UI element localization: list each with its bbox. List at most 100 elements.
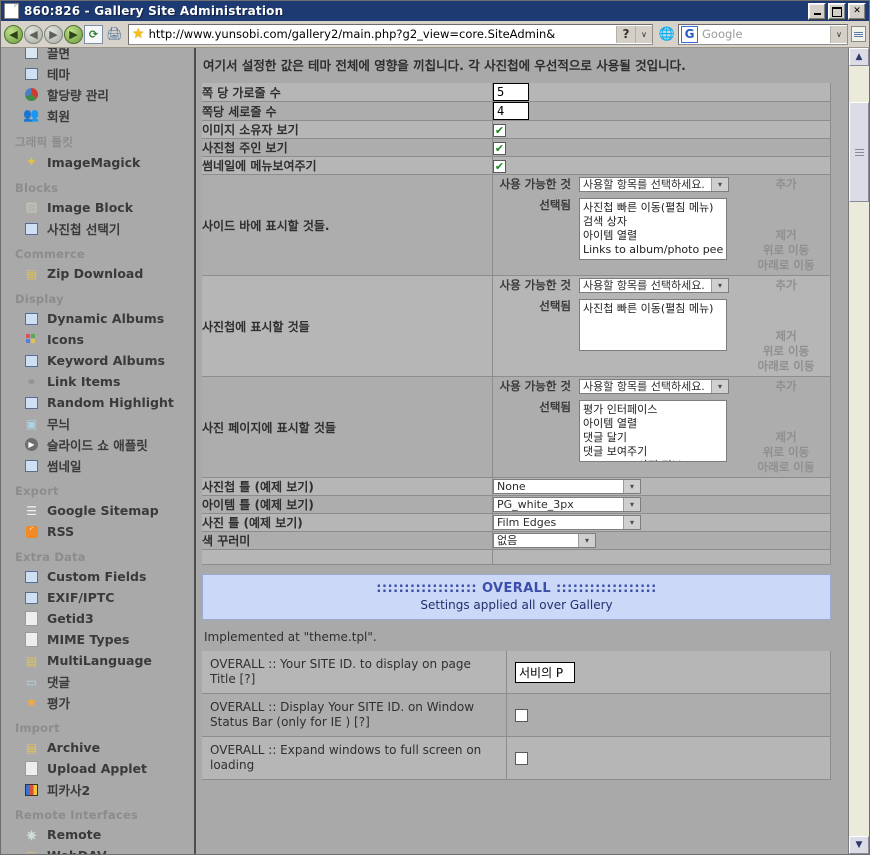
list-item[interactable]: 사진첩 빠른 이동(펼침 메뉴) xyxy=(583,302,723,316)
next-arrow-icon[interactable]: ▶ xyxy=(44,24,63,44)
scrollbar-track[interactable] xyxy=(849,66,869,836)
globe-icon[interactable]: 🌐 xyxy=(658,25,676,43)
available-select[interactable]: 사용할 항목를 선택하세요. ▾ xyxy=(579,379,729,394)
move-down-button[interactable]: 아래로 이동 xyxy=(742,359,830,374)
selected-listbox[interactable]: 사진첩 빠른 이동(펼침 메뉴) xyxy=(579,299,727,351)
sidebar-item-4-0[interactable]: 👥 회원 xyxy=(1,105,194,126)
bookmark-star-icon[interactable]: ★ xyxy=(132,26,145,42)
list-item[interactable]: EXIF/IPTC 사진 정보 xyxy=(583,459,723,461)
list-item[interactable]: Image Block xyxy=(583,257,723,259)
sidebar-item-1-6[interactable]: Custom Fields xyxy=(1,566,194,587)
sidebar-item-2-2[interactable]: 사진첩 선택기 xyxy=(1,218,194,239)
window-title: 860:826 - Gallery Site Administration xyxy=(24,4,284,18)
reload-icon[interactable]: ⟳ xyxy=(84,24,103,44)
sidebar-item-2-4[interactable]: Icons xyxy=(1,329,194,350)
sidebar-item-1-3[interactable]: ▤ Zip Download xyxy=(1,263,194,284)
rows-per-page-input[interactable]: 4 xyxy=(493,102,529,120)
sidebar-item-3-7[interactable]: 피카사2 xyxy=(1,779,194,800)
address-help-button[interactable]: ? xyxy=(616,25,635,43)
list-item[interactable]: 아이템 열렬 xyxy=(583,229,723,243)
move-down-button[interactable]: 아래로 이동 xyxy=(742,460,830,475)
forward-arrow-icon[interactable]: ▶ xyxy=(64,24,83,44)
list-item[interactable]: 댓글 보여주기 xyxy=(583,445,723,459)
list-item[interactable]: 검색 상자 xyxy=(583,215,723,229)
list-item[interactable]: 평가 인터페이스 xyxy=(583,403,723,417)
address-input[interactable]: http://www.yunsobi.com/gallery2/main.php… xyxy=(149,27,616,41)
sidebar-item-2-0[interactable]: 테마 xyxy=(1,63,194,84)
sidebar-item-4-4[interactable]: ⚭ Link Items xyxy=(1,371,194,392)
show-image-owner-checkbox[interactable]: ✔ xyxy=(493,123,506,137)
photo-frame-select[interactable]: Film Edges ▾ xyxy=(493,515,641,530)
previous-arrow-icon[interactable]: ◀ xyxy=(24,24,43,44)
album-frame-select[interactable]: None ▾ xyxy=(493,479,641,494)
sidebar-item-4-6[interactable]: MIME Types xyxy=(1,629,194,650)
sidebar-item-5-6[interactable]: ▤ MultiLanguage xyxy=(1,650,194,671)
sidebar-item-1-0[interactable]: 끌면 xyxy=(1,48,194,63)
search-input[interactable]: Google xyxy=(702,27,830,41)
sidebar-item-2-7[interactable]: Upload Applet xyxy=(1,758,194,779)
show-thumbnail-menu-checkbox[interactable]: ✔ xyxy=(493,159,506,173)
move-up-button[interactable]: 위로 이동 xyxy=(742,243,830,258)
sidebar-item-1-7[interactable]: ▤ Archive xyxy=(1,737,194,758)
available-select[interactable]: 사용할 항목를 선택하세요. ▾ xyxy=(579,177,729,192)
display-site-id-status-bar-checkbox[interactable]: ✔ xyxy=(515,709,528,722)
move-up-button[interactable]: 위로 이동 xyxy=(742,344,830,359)
move-down-button[interactable]: 아래로 이동 xyxy=(742,258,830,273)
remove-button[interactable]: 제거 xyxy=(742,430,830,445)
main-scroll-area: 여기서 설정한 값은 테마 전체에 영향을 끼칩니다. 각 사진첩에 우선적으로… xyxy=(196,48,848,854)
sidebar-item-3-6[interactable]: Getid3 xyxy=(1,608,194,629)
sidebar-item-1-8[interactable]: ⎈ Remote xyxy=(1,824,194,845)
row-label: 사이드 바에 표시할 것들. xyxy=(202,174,493,276)
sidebar-item-1-5[interactable]: ☰ Google Sitemap xyxy=(1,500,194,521)
remove-button[interactable]: 제거 xyxy=(742,228,830,243)
address-bar[interactable]: ★ http://www.yunsobi.com/gallery2/main.p… xyxy=(128,23,653,45)
back-arrow-icon[interactable]: ◀ xyxy=(4,24,23,44)
sidebar-item-2-5[interactable]: ◜ RSS xyxy=(1,521,194,542)
minimize-button[interactable] xyxy=(808,3,826,20)
remove-button[interactable]: 제거 xyxy=(742,329,830,344)
sidebar-item-2-8[interactable]: ▤ WebDAV xyxy=(1,845,194,854)
sidebar-item-1-2[interactable]: ▧ Image Block xyxy=(1,197,194,218)
scroll-down-button[interactable]: ▼ xyxy=(849,836,869,854)
list-item[interactable]: 아이템 열렬 xyxy=(583,417,723,431)
available-select[interactable]: 사용할 항목를 선택하세요. ▾ xyxy=(579,278,729,293)
sidebar-item-1-1[interactable]: ✦ ImageMagick xyxy=(1,152,194,173)
search-bar[interactable]: G Google ∨ xyxy=(678,23,848,45)
sidebar-item-3-0[interactable]: 할당량 관리 xyxy=(1,84,194,105)
selected-listbox[interactable]: 평가 인터페이스 아이템 열렬 댓글 달기 댓글 보여주기 EXIF/IPTC … xyxy=(579,400,727,462)
add-button[interactable]: 추가 xyxy=(742,177,830,192)
sidebar-item-6-4[interactable]: ▣ 무늬 xyxy=(1,413,194,434)
color-pack-select[interactable]: 없음 ▾ xyxy=(493,533,596,548)
sidebar-item-7-6[interactable]: ★ 평가 xyxy=(1,692,194,713)
sidebar-item-6-6[interactable]: ▭ 댓글 xyxy=(1,671,194,692)
add-button[interactable]: 추가 xyxy=(742,278,830,293)
columns-per-page-input[interactable]: 5 xyxy=(493,83,529,101)
expand-fullscreen-checkbox[interactable]: ✔ xyxy=(515,752,528,765)
sidebar-item-1-4[interactable]: Dynamic Albums xyxy=(1,308,194,329)
chevron-down-icon: ▾ xyxy=(623,480,640,493)
vertical-scrollbar[interactable]: ▲ ▼ xyxy=(848,48,869,854)
add-button[interactable]: 추가 xyxy=(742,379,830,394)
item-frame-select[interactable]: PG_white_3px ▾ xyxy=(493,497,641,512)
list-item[interactable]: Links to album/photo peers xyxy=(583,243,723,257)
sidebar-item-5-4[interactable]: Random Highlight xyxy=(1,392,194,413)
maximize-button[interactable] xyxy=(828,3,846,20)
list-item[interactable]: 댓글 달기 xyxy=(583,431,723,445)
selected-listbox[interactable]: 사진첩 빠른 이동(펼침 메뉴) 검색 상자 아이템 열렬 Links to a… xyxy=(579,198,727,260)
sidebar-item-2-6[interactable]: EXIF/IPTC xyxy=(1,587,194,608)
show-album-owner-checkbox[interactable]: ✔ xyxy=(493,141,506,155)
print-icon[interactable]: 🖨 xyxy=(105,25,124,43)
sidebar-item-3-4[interactable]: Keyword Albums xyxy=(1,350,194,371)
scrollbar-thumb[interactable] xyxy=(849,102,869,202)
address-dropdown-icon[interactable]: ∨ xyxy=(635,25,652,43)
sidebar-item-7-4[interactable]: ▶ 슬라이드 쇼 애플릿 xyxy=(1,434,194,455)
album-blocks-dual-list: 사용 가능한 것 사용할 항목를 선택하세요. ▾ 선택됨 사진첩 빠른 이동(… xyxy=(493,278,830,374)
move-up-button[interactable]: 위로 이동 xyxy=(742,445,830,460)
sidebar-item-8-4[interactable]: 썸네일 xyxy=(1,455,194,476)
menu-icon[interactable] xyxy=(851,26,866,42)
scroll-up-button[interactable]: ▲ xyxy=(849,48,869,66)
site-id-input[interactable]: 서비의 P xyxy=(515,661,575,683)
search-dropdown-icon[interactable]: ∨ xyxy=(830,25,847,43)
list-item[interactable]: 사진첩 빠른 이동(펼침 메뉴) xyxy=(583,201,723,215)
close-button[interactable]: ✕ xyxy=(848,3,866,20)
